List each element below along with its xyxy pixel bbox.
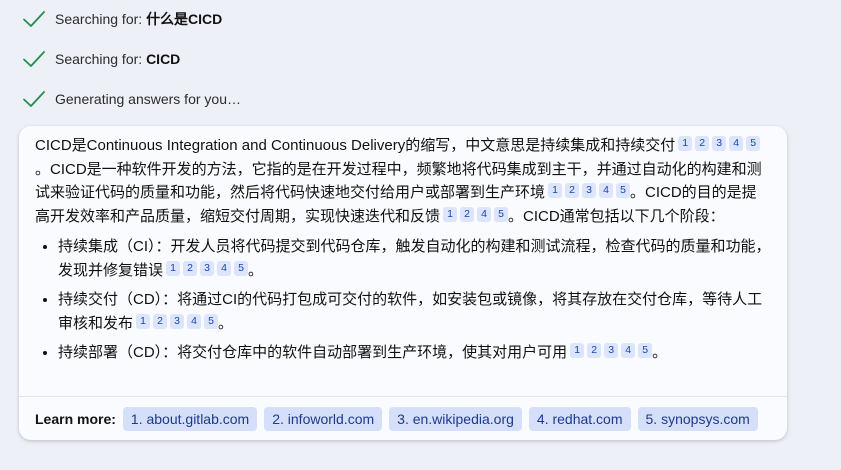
citation-ref[interactable]: 1 — [570, 343, 585, 358]
source-link-wikipedia[interactable]: 3. en.wikipedia.org — [389, 406, 522, 431]
citation-ref[interactable]: 3 — [712, 136, 727, 151]
citation-refs: 12345 — [545, 183, 631, 201]
citation-ref[interactable]: 1 — [443, 206, 458, 222]
status-text: Searching for: 什么是CICD — [55, 11, 223, 27]
answer-intro: CICD是Continuous Integration and Continuo… — [35, 136, 762, 225]
citation-ref[interactable]: 3 — [170, 313, 185, 329]
checkmark-icon — [23, 11, 45, 27]
stage-list: 持续集成（CI）：开发人员将代码提交到代码仓库，触发自动化的构建和测试流程，检查… — [35, 235, 771, 365]
search-query: CICD — [146, 51, 181, 67]
citation-ref[interactable]: 5 — [234, 260, 249, 276]
citation-refs: 12345 — [567, 343, 653, 361]
source-link-redhat[interactable]: 4. redhat.com — [528, 406, 631, 431]
list-item: 持续交付（CD）：将通过CI的代码打包成可交付的软件，如安装包或镜像，将其存放在… — [58, 288, 771, 335]
citation-refs: 12345 — [675, 136, 761, 154]
status-line-3: Generating answers for you… — [22, 87, 241, 111]
citation-ref[interactable]: 4 — [621, 343, 636, 358]
citation-ref[interactable]: 1 — [136, 313, 151, 329]
citation-refs: 12345 — [133, 313, 219, 332]
citation-ref[interactable]: 5 — [616, 183, 631, 198]
citation-ref[interactable]: 2 — [695, 136, 710, 151]
source-link-infoworld[interactable]: 2. infoworld.com — [264, 406, 383, 431]
search-query: 什么是CICD — [146, 11, 223, 27]
list-item: 持续集成（CI）：开发人员将代码提交到代码仓库，触发自动化的构建和测试流程，检查… — [58, 235, 771, 282]
learn-more-bar: Learn more: 1. about.gitlab.com 2. infow… — [19, 396, 787, 440]
source-link-about-gitlab[interactable]: 1. about.gitlab.com — [122, 406, 258, 431]
citation-ref[interactable]: 2 — [183, 260, 198, 276]
citation-ref[interactable]: 5 — [638, 343, 653, 358]
citation-ref[interactable]: 3 — [582, 183, 597, 198]
status-text: Searching for: CICD — [55, 51, 181, 67]
citation-ref[interactable]: 5 — [746, 136, 761, 151]
checkmark-icon — [23, 91, 45, 107]
citation-ref[interactable]: 2 — [587, 343, 602, 358]
citation-ref[interactable]: 2 — [565, 183, 580, 198]
checkmark-icon — [23, 51, 45, 67]
citation-refs: 12345 — [163, 260, 249, 279]
citation-ref[interactable]: 5 — [204, 313, 219, 329]
citation-ref[interactable]: 4 — [217, 260, 232, 276]
status-line-2: Searching for: CICD — [22, 47, 180, 71]
citation-ref[interactable]: 3 — [200, 260, 215, 276]
citation-ref[interactable]: 4 — [729, 136, 744, 151]
status-text: Generating answers for you… — [55, 91, 241, 107]
list-item: 持续部署（CD）：将交付仓库中的软件自动部署到生产环境，使其对用户可用12345… — [58, 341, 771, 365]
answer-card: CICD是Continuous Integration and Continuo… — [19, 126, 787, 440]
learn-more-label: Learn more: — [35, 410, 116, 427]
citation-ref[interactable]: 1 — [166, 260, 181, 276]
citation-ref[interactable]: 1 — [678, 136, 693, 151]
citation-ref[interactable]: 2 — [460, 206, 475, 222]
citation-ref[interactable]: 2 — [153, 313, 168, 329]
citation-ref[interactable]: 4 — [599, 183, 614, 198]
citation-ref[interactable]: 5 — [494, 206, 509, 222]
status-line-1: Searching for: 什么是CICD — [22, 7, 222, 31]
citation-ref[interactable]: 1 — [548, 183, 563, 198]
source-link-synopsys[interactable]: 5. synopsys.com — [637, 406, 758, 431]
citation-ref[interactable]: 4 — [477, 206, 492, 222]
citation-ref[interactable]: 4 — [187, 313, 202, 329]
citation-refs: 1245 — [440, 206, 509, 225]
citation-ref[interactable]: 3 — [604, 343, 619, 358]
